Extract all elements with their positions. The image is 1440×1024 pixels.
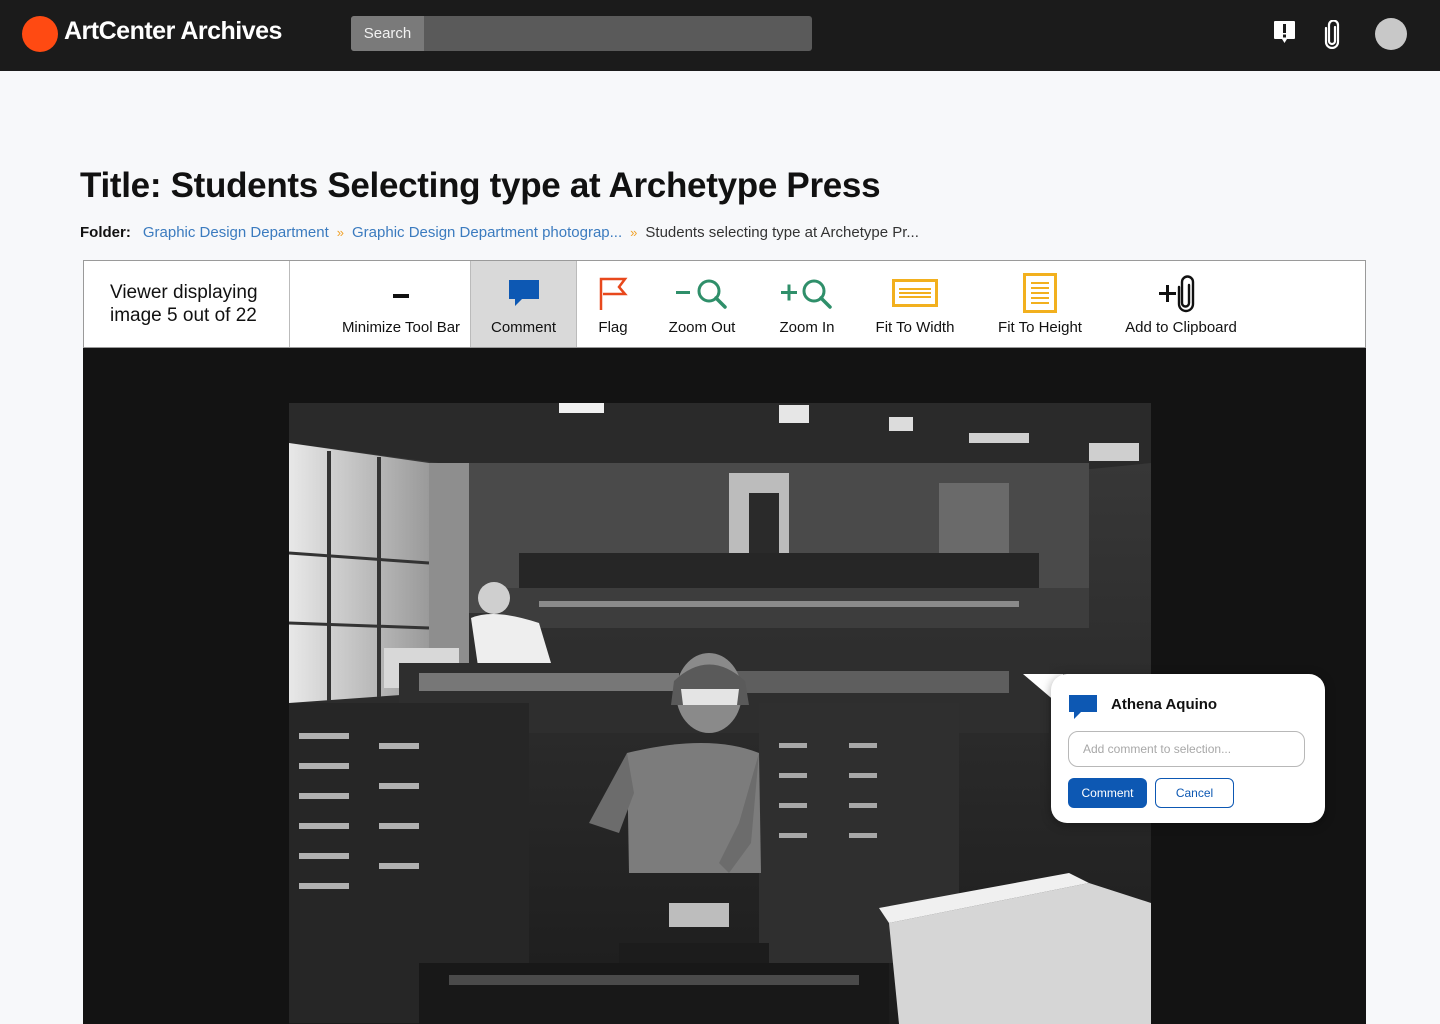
- comment-popup: Athena Aquino Comment Cancel: [1051, 674, 1325, 823]
- breadcrumb-current: Students selecting type at Archetype Pr.…: [645, 224, 919, 241]
- comment-author: Athena Aquino: [1111, 696, 1218, 713]
- zoom-in-icon: [780, 277, 834, 313]
- archive-photo[interactable]: [289, 403, 1151, 1024]
- flag-icon: [598, 277, 628, 315]
- top-nav-bar: ArtCenter Archives Search: [0, 0, 1440, 71]
- viewer-toolbar: Viewer displaying image 5 out of 22 Mini…: [83, 260, 1366, 348]
- submit-comment-button[interactable]: Comment: [1068, 778, 1147, 808]
- minimize-toolbar-button[interactable]: Minimize Tool Bar: [336, 261, 466, 347]
- flag-label: Flag: [598, 319, 628, 336]
- zoom-out-label: Zoom Out: [668, 319, 736, 336]
- speech-bubble-icon: [1068, 694, 1098, 725]
- search-bar: Search: [351, 16, 812, 51]
- breadcrumb: Folder: Graphic Design Department » Grap…: [80, 224, 919, 241]
- fit-width-label: Fit To Width: [875, 319, 955, 336]
- folder-label: Folder:: [80, 224, 131, 241]
- paperclip-plus-icon: [1158, 275, 1204, 317]
- fit-width-icon: [892, 279, 938, 311]
- app-title[interactable]: ArtCenter Archives: [64, 17, 282, 46]
- zoom-in-label: Zoom In: [779, 319, 835, 336]
- page-title: Title: Students Selecting type at Archet…: [80, 166, 881, 205]
- comment-tool-button[interactable]: Comment: [470, 261, 577, 347]
- zoom-out-icon: [675, 277, 729, 313]
- chevron-right-icon: »: [630, 225, 638, 240]
- comment-input[interactable]: [1068, 731, 1305, 767]
- viewer-status-line1: Viewer displaying: [110, 282, 258, 303]
- comment-label: Comment: [490, 319, 557, 336]
- minus-icon: [392, 285, 410, 311]
- zoom-in-button[interactable]: Zoom In: [772, 261, 842, 347]
- speech-bubble-icon: [508, 279, 540, 311]
- fit-height-label: Fit To Height: [998, 319, 1082, 336]
- cancel-button[interactable]: Cancel: [1155, 778, 1234, 808]
- viewer-status-line2: image 5 out of 22: [110, 305, 257, 326]
- add-clipboard-label: Add to Clipboard: [1125, 319, 1237, 336]
- add-to-clipboard-button[interactable]: Add to Clipboard: [1120, 261, 1242, 347]
- logo-icon: [22, 16, 58, 52]
- alert-icon[interactable]: [1273, 20, 1296, 52]
- fit-to-height-button[interactable]: Fit To Height: [994, 261, 1086, 347]
- chevron-right-icon: »: [336, 225, 344, 240]
- minimize-label: Minimize Tool Bar: [341, 319, 461, 336]
- paperclip-icon[interactable]: [1323, 19, 1341, 54]
- breadcrumb-link[interactable]: Graphic Design Department: [143, 224, 329, 241]
- viewer-status: Viewer displaying image 5 out of 22: [84, 261, 290, 347]
- zoom-out-button[interactable]: Zoom Out: [662, 261, 742, 347]
- search-input[interactable]: [424, 16, 812, 51]
- fit-height-icon: [1023, 273, 1057, 317]
- fit-to-width-button[interactable]: Fit To Width: [870, 261, 960, 347]
- flag-tool-button[interactable]: Flag: [584, 261, 642, 347]
- breadcrumb-link[interactable]: Graphic Design Department photograp...: [352, 224, 622, 241]
- avatar[interactable]: [1375, 18, 1407, 50]
- search-button[interactable]: Search: [351, 16, 424, 51]
